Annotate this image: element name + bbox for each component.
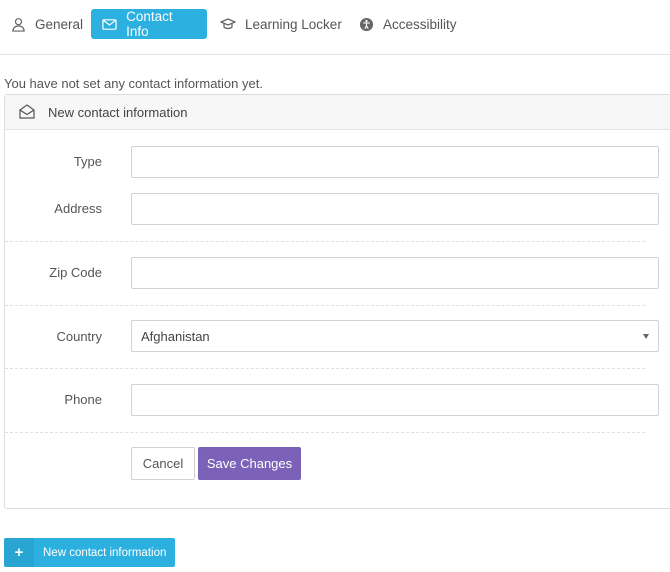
- divider: [5, 432, 645, 433]
- divider: [5, 305, 645, 306]
- caret-down-icon: [643, 333, 649, 339]
- zip-code-input[interactable]: [131, 257, 659, 289]
- panel-header: New contact information: [5, 95, 670, 130]
- address-input[interactable]: [131, 193, 659, 225]
- tab-accessibility[interactable]: Accessibility: [358, 9, 457, 39]
- envelope-icon: [102, 16, 117, 32]
- address-label: Address: [54, 201, 102, 216]
- plus-icon: +: [4, 538, 34, 567]
- graduation-cap-icon: [220, 16, 236, 32]
- new-contact-button-label: New contact information: [43, 546, 167, 559]
- tab-general[interactable]: General: [10, 9, 83, 39]
- panel-title: New contact information: [48, 104, 188, 120]
- type-input[interactable]: [131, 146, 659, 178]
- tab-learning-locker-label: Learning Locker: [245, 16, 342, 32]
- divider: [5, 368, 645, 369]
- cancel-button[interactable]: Cancel: [131, 447, 195, 480]
- new-contact-panel: New contact information Type Address Zip…: [4, 94, 670, 509]
- divider: [5, 241, 645, 242]
- profile-tabs: General Contact Info Learning Locker Acc…: [0, 0, 670, 55]
- country-label: Country: [56, 329, 102, 344]
- tab-contact-info[interactable]: Contact Info: [91, 9, 207, 39]
- save-changes-button[interactable]: Save Changes: [198, 447, 301, 480]
- tab-contact-info-label: Contact Info: [126, 9, 173, 39]
- phone-input[interactable]: [131, 384, 659, 416]
- zip-code-label: Zip Code: [49, 265, 102, 280]
- envelope-open-icon: [19, 104, 35, 120]
- no-contact-notice: You have not set any contact information…: [4, 76, 263, 91]
- phone-label: Phone: [64, 392, 102, 407]
- tab-learning-locker[interactable]: Learning Locker: [220, 9, 342, 39]
- country-selected-value: Afghanistan: [141, 328, 210, 344]
- tab-accessibility-label: Accessibility: [383, 16, 457, 32]
- type-label: Type: [73, 154, 102, 169]
- new-contact-button[interactable]: + New contact information: [4, 538, 175, 567]
- accessibility-icon: [358, 16, 374, 32]
- tab-general-label: General: [35, 16, 84, 32]
- user-icon: [10, 16, 26, 32]
- country-select[interactable]: Afghanistan: [131, 320, 659, 352]
